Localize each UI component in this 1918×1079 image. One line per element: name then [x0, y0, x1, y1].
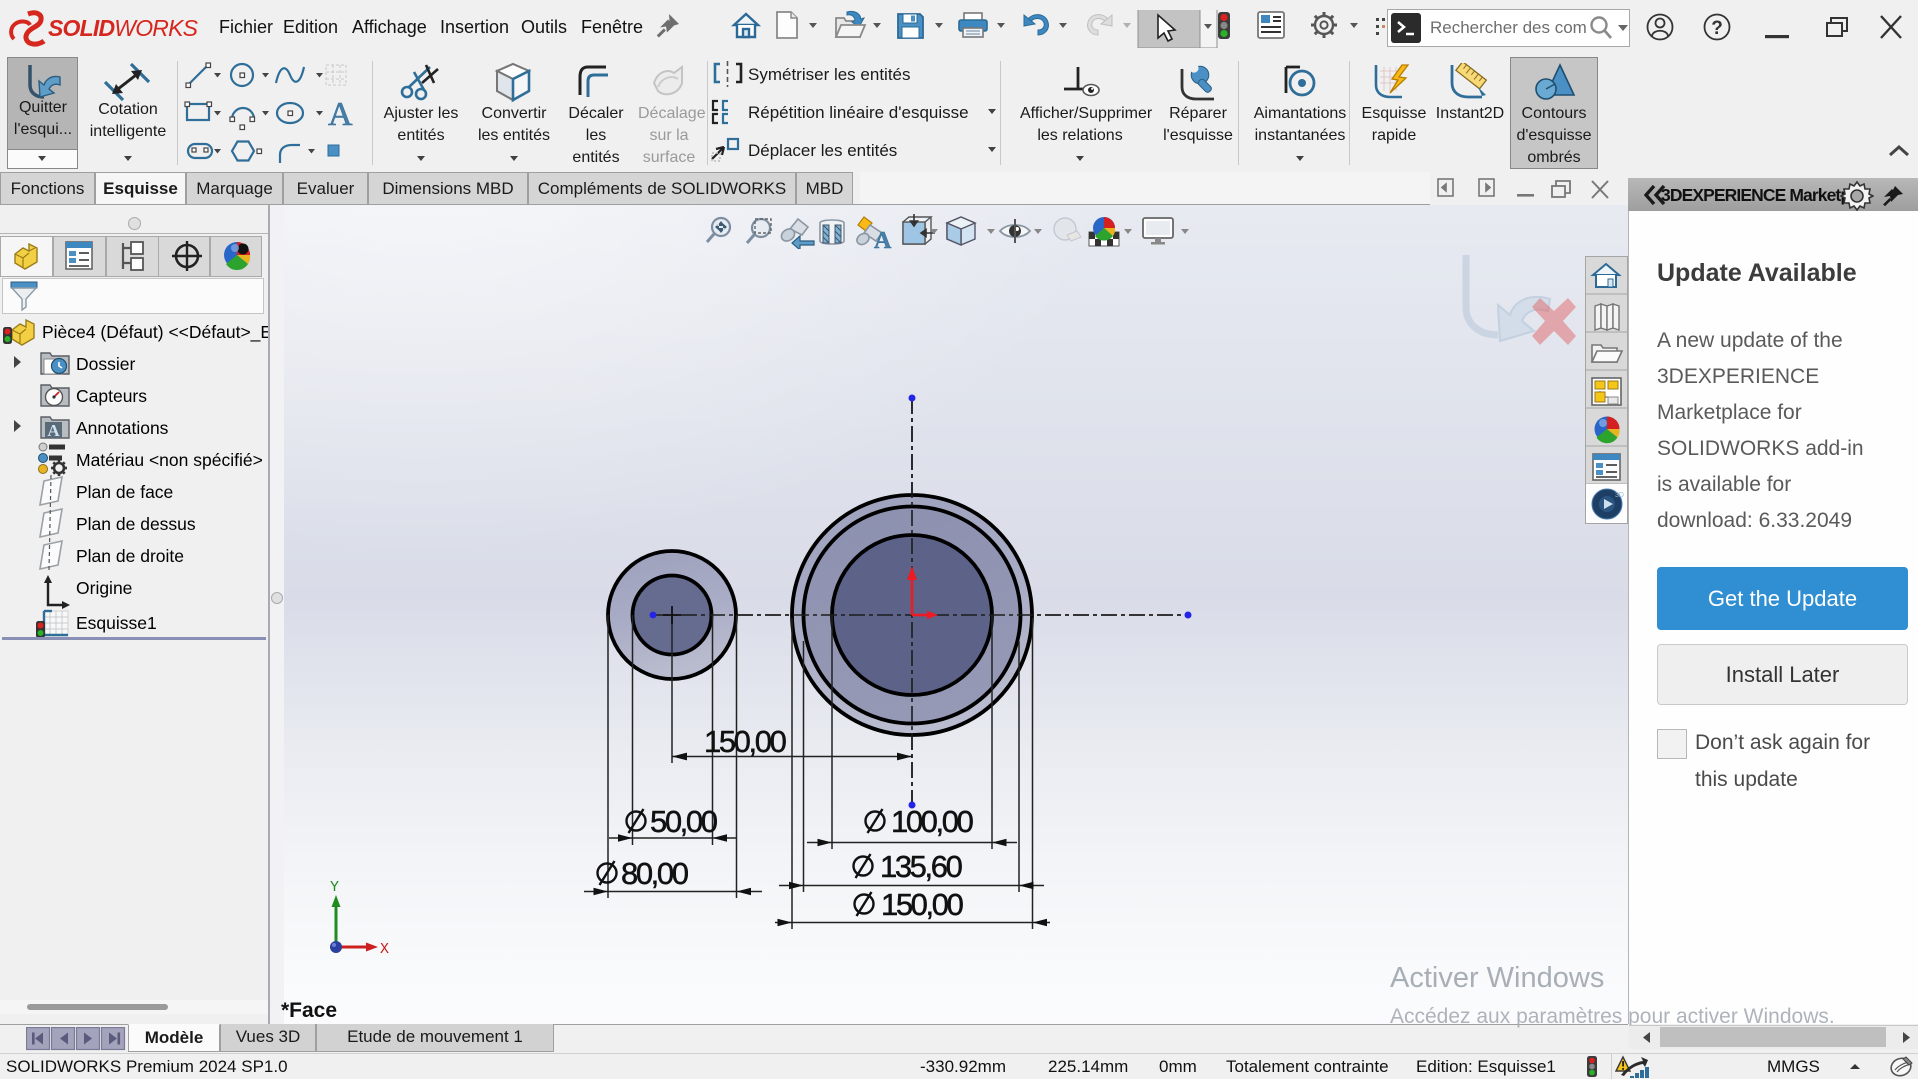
svg-text:50,00: 50,00 [650, 804, 718, 839]
svg-text:A: A [47, 421, 60, 440]
svg-text:A: A [874, 228, 892, 249]
svg-text:100,00: 100,00 [891, 804, 974, 839]
svg-text:A: A [328, 96, 353, 133]
svg-text:X: X [380, 941, 389, 958]
svg-text:Plan de droite: Plan de droite [76, 546, 184, 566]
svg-text:3D: 3D [1615, 492, 1624, 499]
svg-text:Esquisse1: Esquisse1 [76, 613, 157, 633]
svg-text:Dossier: Dossier [76, 354, 135, 374]
svg-text:150,00: 150,00 [881, 887, 964, 922]
svg-text:Plan de dessus: Plan de dessus [76, 514, 196, 534]
svg-text:SOLIDWORKS: SOLIDWORKS [48, 15, 199, 41]
svg-text:Plan de face: Plan de face [76, 482, 173, 502]
svg-text:Annotations: Annotations [76, 418, 169, 438]
svg-text:Capteurs: Capteurs [76, 386, 147, 406]
svg-text:Pièce4 (Défaut) <<Défaut>_Et: Pièce4 (Défaut) <<Défaut>_Et [42, 322, 277, 343]
svg-text:80,00: 80,00 [621, 856, 689, 891]
svg-text:Y: Y [330, 879, 339, 896]
svg-text:150,00: 150,00 [704, 724, 787, 759]
svg-text:Matériau <non spécifié>: Matériau <non spécifié> [76, 450, 263, 470]
svg-text:?: ? [1711, 18, 1723, 39]
svg-text:135,60: 135,60 [880, 849, 963, 884]
svg-text:Origine: Origine [76, 578, 132, 598]
